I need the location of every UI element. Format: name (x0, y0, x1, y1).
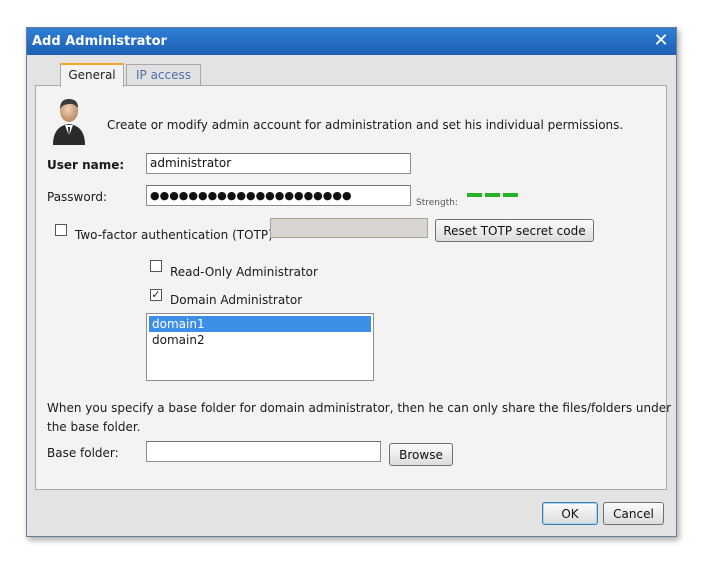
intro-text: Create or modify admin account for admin… (107, 118, 624, 132)
base-folder-field[interactable] (146, 441, 381, 462)
tab-ip-access-label: IP access (135, 68, 192, 82)
dialog-title: Add Administrator (32, 34, 167, 49)
check-mark-icon: ✓ (151, 288, 161, 301)
close-icon[interactable]: ✕ (652, 32, 670, 50)
base-folder-note-line1: When you specify a base folder for domai… (47, 401, 672, 415)
dialog-titlebar[interactable]: Add Administrator ✕ (27, 28, 676, 55)
cancel-button[interactable]: Cancel (603, 502, 664, 525)
browse-button[interactable]: Browse (389, 443, 453, 466)
username-label: User name: (47, 158, 125, 172)
username-field[interactable]: administrator (146, 153, 411, 174)
tab-general[interactable]: General (60, 63, 124, 87)
admin-user-icon (53, 99, 85, 145)
tab-general-label: General (68, 68, 116, 82)
ok-button[interactable]: OK (542, 502, 598, 525)
totp-code-field (270, 218, 428, 238)
list-item[interactable]: domain1 (149, 316, 371, 332)
totp-checkbox[interactable] (55, 224, 67, 236)
password-label: Password: (47, 190, 108, 204)
domain-admin-checkbox[interactable]: ✓ (150, 289, 162, 301)
base-folder-note-line2: the base folder. (47, 420, 141, 434)
strength-label: Strength: (416, 198, 458, 208)
password-field[interactable]: ●●●●●●●●●●●●●●●●●●●●● (146, 185, 411, 206)
totp-label: Two-factor authentication (TOTP) (75, 228, 273, 242)
strength-bar-1 (467, 193, 482, 197)
readonly-admin-checkbox[interactable] (150, 260, 162, 272)
domain-admin-label: Domain Administrator (170, 293, 303, 307)
tab-ip-access[interactable]: IP access (126, 64, 201, 86)
strength-bar-3 (503, 193, 518, 197)
strength-bar-2 (485, 193, 500, 197)
readonly-admin-label: Read-Only Administrator (170, 265, 318, 279)
domain-listbox[interactable]: domain1 domain2 (146, 313, 374, 381)
list-item[interactable]: domain2 (149, 332, 371, 348)
reset-totp-button[interactable]: Reset TOTP secret code (435, 219, 594, 242)
base-folder-label: Base folder: (47, 446, 119, 460)
